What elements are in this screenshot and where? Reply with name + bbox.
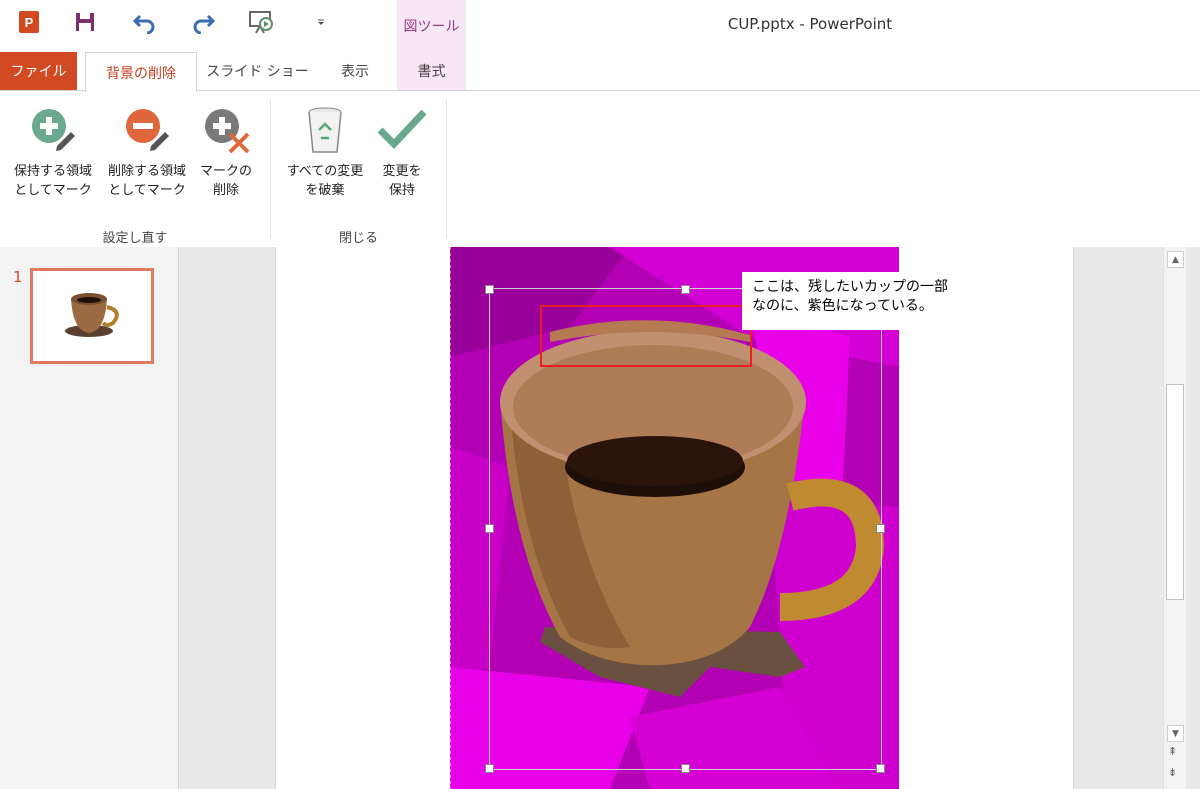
save-icon[interactable] <box>70 6 100 38</box>
annotation-callout: ここは、残したいカップの一部 なのに、紫色になっている。 <box>742 272 970 330</box>
previous-slide-icon[interactable]: ⇞ <box>1168 745 1177 758</box>
delete-mark-label-line2: 削除 <box>212 183 239 198</box>
tab-file[interactable]: ファイル <box>0 52 77 90</box>
scroll-down-icon[interactable]: ▼ <box>1167 725 1184 742</box>
tab-slideshow[interactable]: スライド ショー <box>200 52 315 90</box>
resize-handle[interactable] <box>681 764 690 773</box>
delete-mark-icon <box>205 109 250 154</box>
cup-thumbnail-image <box>65 293 119 337</box>
mark-remove-label-line1: 削除する領域 <box>107 164 186 179</box>
keep-changes-button[interactable]: 変更を 保持 <box>372 100 432 200</box>
tab-format[interactable]: 書式 <box>397 52 466 90</box>
annotation-line1: ここは、残したいカップの一部 <box>752 279 948 295</box>
scrollbar-thumb[interactable] <box>1166 384 1184 600</box>
svg-text:P: P <box>25 15 34 30</box>
delete-mark-button[interactable]: マークの 削除 <box>196 100 256 200</box>
keep-changes-label-line1: 変更を <box>382 164 422 179</box>
plus-pencil-icon <box>32 109 75 151</box>
resize-handle[interactable] <box>485 524 494 533</box>
annotation-line2: なのに、紫色になっている。 <box>752 298 933 314</box>
mark-keep-label-line1: 保持する領域 <box>13 164 92 179</box>
keep-changes-label-line2: 保持 <box>388 183 415 198</box>
minus-pencil-icon <box>126 109 169 151</box>
resize-handle[interactable] <box>485 285 494 294</box>
redo-icon[interactable] <box>188 6 218 38</box>
mark-areas-to-remove-button[interactable]: 削除する領域 としてマーク <box>102 100 192 200</box>
scroll-up-icon[interactable]: ▲ <box>1167 251 1184 268</box>
undo-icon[interactable] <box>130 6 160 38</box>
discard-label-line1: すべての変更 <box>286 164 364 179</box>
ribbon-group-separator <box>446 100 447 238</box>
slide-thumbnail[interactable] <box>30 268 154 364</box>
powerpoint-app-icon[interactable]: P <box>14 6 44 38</box>
tab-background-removal[interactable]: 背景の削除 <box>85 52 197 92</box>
delete-mark-label-line1: マークの <box>199 164 252 179</box>
discard-all-changes-button[interactable]: すべての変更 を破棄 <box>280 100 370 200</box>
window-title: CUP.pptx - PowerPoint <box>727 15 893 33</box>
resize-handle[interactable] <box>485 764 494 773</box>
slide-number: 1 <box>13 268 23 286</box>
customize-qat-icon[interactable] <box>306 6 336 38</box>
group-label-refine: 設定し直す <box>102 231 168 246</box>
group-label-close: 閉じる <box>338 231 378 246</box>
highlight-rectangle <box>540 305 752 367</box>
mark-keep-label-line2: としてマーク <box>14 183 92 198</box>
tab-view[interactable]: 表示 <box>325 52 385 90</box>
ribbon-group-separator <box>270 100 271 238</box>
mark-remove-label-line2: としてマーク <box>108 183 186 198</box>
picture-tools-label: 図ツール <box>403 19 460 35</box>
discard-label-line2: を破棄 <box>305 183 345 198</box>
resize-handle[interactable] <box>681 285 690 294</box>
recycle-bin-icon <box>308 107 342 153</box>
mark-areas-to-keep-button[interactable]: 保持する領域 としてマーク <box>8 100 98 200</box>
resize-handle[interactable] <box>876 524 885 533</box>
resize-handle[interactable] <box>876 764 885 773</box>
checkmark-icon <box>377 109 427 150</box>
next-slide-icon[interactable]: ⇟ <box>1168 766 1177 779</box>
start-slideshow-icon[interactable] <box>246 6 276 38</box>
